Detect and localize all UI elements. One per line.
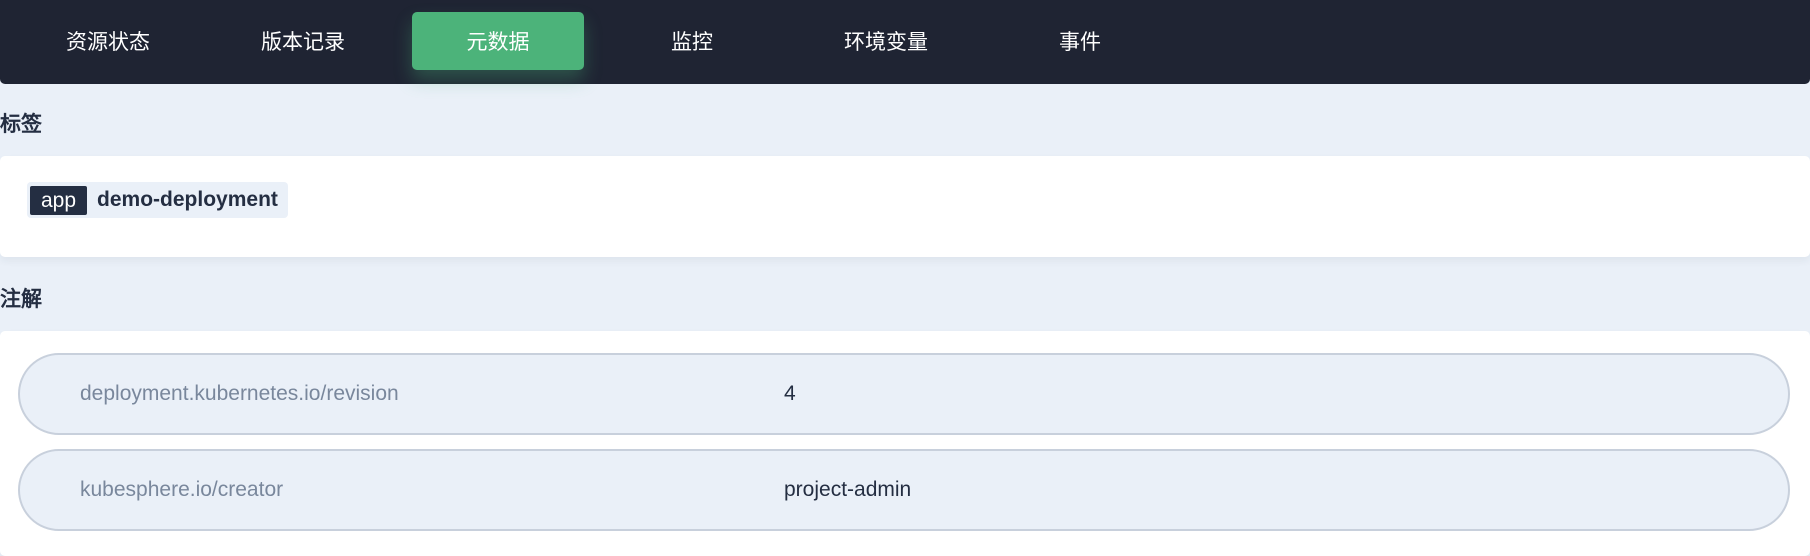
labels-section-title: 标签 bbox=[0, 112, 42, 136]
tab-monitoring[interactable]: 监控 bbox=[606, 12, 778, 70]
annotation-row: deployment.kubernetes.io/revision 4 bbox=[18, 353, 1790, 435]
tab-environment-variables[interactable]: 环境变量 bbox=[800, 12, 972, 70]
annotation-key: deployment.kubernetes.io/revision bbox=[80, 382, 399, 405]
labels-card: app demo-deployment bbox=[0, 156, 1810, 257]
tab-revision-records[interactable]: 版本记录 bbox=[217, 12, 389, 70]
annotation-row: kubesphere.io/creator project-admin bbox=[18, 449, 1790, 531]
detail-tabbar: 资源状态 版本记录 元数据 监控 环境变量 事件 bbox=[0, 0, 1810, 84]
annotation-value: project-admin bbox=[784, 478, 912, 501]
label-tag: app demo-deployment bbox=[27, 182, 288, 218]
tab-metadata[interactable]: 元数据 bbox=[412, 12, 584, 70]
annotation-key: kubesphere.io/creator bbox=[80, 478, 284, 501]
tab-resource-status[interactable]: 资源状态 bbox=[22, 12, 194, 70]
annotations-card: deployment.kubernetes.io/revision 4 kube… bbox=[0, 331, 1810, 556]
label-value: demo-deployment bbox=[97, 188, 278, 211]
label-key: app bbox=[30, 185, 88, 215]
tab-events[interactable]: 事件 bbox=[994, 12, 1166, 70]
annotations-section-title: 注解 bbox=[0, 287, 42, 311]
annotation-value: 4 bbox=[784, 382, 796, 405]
